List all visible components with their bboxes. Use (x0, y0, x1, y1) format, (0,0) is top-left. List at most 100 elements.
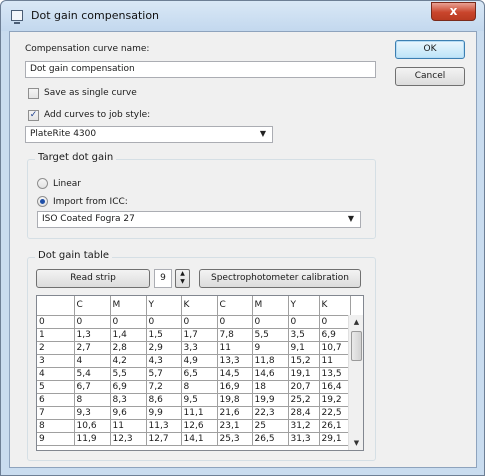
table-cell[interactable]: 0 (146, 315, 182, 329)
table-row[interactable]: 2 2,7 2,8 2,9 3,3 11 9 9,1 10,7 (37, 341, 351, 355)
spectrophotometer-calibration-button[interactable]: Spectrophotometer calibration (199, 269, 361, 288)
table-cell[interactable]: 16,4 (319, 380, 351, 394)
table-cell[interactable]: 5,4 (74, 367, 111, 381)
add-curves-checkbox[interactable]: ✓ (28, 110, 39, 121)
column-header[interactable]: C (217, 296, 253, 316)
table-cell[interactable]: 2,8 (110, 341, 147, 355)
table-cell[interactable]: 16,9 (217, 380, 253, 394)
table-cell[interactable]: 31,2 (288, 419, 320, 433)
column-header[interactable]: M (252, 296, 289, 316)
table-cell[interactable]: 4,2 (110, 354, 147, 368)
table-cell[interactable]: 25,3 (217, 432, 253, 446)
curve-name-input[interactable]: Dot gain compensation (25, 61, 376, 78)
table-cell[interactable]: 7,2 (146, 380, 182, 394)
table-cell[interactable]: 12,3 (110, 432, 147, 446)
table-cell[interactable]: 11,8 (252, 354, 289, 368)
table-cell[interactable]: 1,4 (110, 328, 147, 342)
table-cell[interactable]: 1,5 (146, 328, 182, 342)
table-cell[interactable]: 3,5 (288, 328, 320, 342)
table-cell[interactable]: 8 (181, 380, 218, 394)
table-cell[interactable]: 19,8 (217, 393, 253, 407)
table-cell[interactable]: 13,3 (217, 354, 253, 368)
table-cell[interactable]: 11,3 (146, 419, 182, 433)
scroll-up-icon[interactable]: ▲ (349, 315, 364, 329)
table-cell[interactable]: 11,1 (181, 406, 218, 420)
table-cell[interactable]: 3,3 (181, 341, 218, 355)
spin-down-icon[interactable]: ▼ (176, 278, 189, 286)
linear-radio[interactable] (37, 178, 48, 189)
table-cell[interactable]: 6,9 (319, 328, 351, 342)
table-cell[interactable]: 9,1 (288, 341, 320, 355)
table-cell[interactable]: 22,3 (252, 406, 289, 420)
table-cell[interactable]: 8,6 (146, 393, 182, 407)
table-cell[interactable]: 31,3 (288, 432, 320, 446)
table-row[interactable]: 8 10,6 11 11,3 12,6 23,1 25 31,2 26,1 (37, 419, 351, 433)
table-cell[interactable]: 0 (110, 315, 147, 329)
cancel-button[interactable]: Cancel (395, 67, 465, 86)
table-cell[interactable]: 19,9 (252, 393, 289, 407)
close-button[interactable]: x (431, 2, 476, 21)
table-cell[interactable]: 22,5 (319, 406, 351, 420)
table-cell[interactable]: 28,4 (288, 406, 320, 420)
table-cell[interactable]: 7,8 (217, 328, 253, 342)
table-cell[interactable]: 10,6 (74, 419, 111, 433)
column-header[interactable]: Y (288, 296, 320, 316)
table-cell[interactable]: 25 (252, 419, 289, 433)
table-cell[interactable]: 6,7 (74, 380, 111, 394)
table-cell[interactable]: 9,5 (181, 393, 218, 407)
title-bar[interactable]: Dot gain compensation x (1, 1, 484, 31)
table-cell[interactable]: 6,5 (181, 367, 218, 381)
table-cell[interactable]: 5,7 (146, 367, 182, 381)
table-cell[interactable]: 2,9 (146, 341, 182, 355)
table-cell[interactable]: 6,9 (110, 380, 147, 394)
table-cell[interactable]: 0 (74, 315, 111, 329)
column-header[interactable]: Y (146, 296, 182, 316)
table-cell[interactable]: 0 (319, 315, 351, 329)
table-cell[interactable]: 29,1 (319, 432, 351, 446)
table-cell[interactable]: 19,1 (288, 367, 320, 381)
table-cell[interactable]: 0 (252, 315, 289, 329)
strip-count-spinner[interactable]: ▲ ▼ (175, 269, 190, 288)
table-cell[interactable]: 26,1 (319, 419, 351, 433)
table-cell[interactable]: 23,1 (217, 419, 253, 433)
column-header[interactable]: M (110, 296, 147, 316)
table-cell[interactable]: 9,3 (74, 406, 111, 420)
icc-profile-select[interactable]: ISO Coated Fogra 27 ▼ (37, 211, 361, 228)
table-cell[interactable]: 21,6 (217, 406, 253, 420)
table-cell[interactable]: 9 (252, 341, 289, 355)
table-cell[interactable]: 25,2 (288, 393, 320, 407)
table-cell[interactable]: 8,3 (110, 393, 147, 407)
table-cell[interactable]: 4,3 (146, 354, 182, 368)
table-row[interactable]: 000000000 (37, 315, 351, 329)
table-cell[interactable]: 14,5 (217, 367, 253, 381)
table-cell[interactable]: 5,5 (252, 328, 289, 342)
table-cell[interactable]: 8 (74, 393, 111, 407)
table-cell[interactable]: 14,1 (181, 432, 218, 446)
table-row[interactable]: 6 8 8,3 8,6 9,5 19,8 19,9 25,2 19,2 (37, 393, 351, 407)
table-cell[interactable]: 1,7 (181, 328, 218, 342)
spin-up-icon[interactable]: ▲ (176, 270, 189, 278)
table-row[interactable]: 5 6,7 6,9 7,2 8 16,9 18 20,7 16,4 (37, 380, 351, 394)
table-row[interactable]: 4 5,4 5,5 5,7 6,5 14,5 14,6 19,1 13,5 (37, 367, 351, 381)
table-cell[interactable]: 13,5 (319, 367, 351, 381)
table-cell[interactable]: 20,7 (288, 380, 320, 394)
read-strip-button[interactable]: Read strip (36, 269, 150, 288)
table-cell[interactable]: 2,7 (74, 341, 111, 355)
table-cell[interactable]: 15,2 (288, 354, 320, 368)
table-cell[interactable]: 5,5 (110, 367, 147, 381)
column-header[interactable]: K (319, 296, 351, 316)
table-row[interactable]: 3 4 4,2 4,3 4,9 13,3 11,8 15,2 11 (37, 354, 351, 368)
import-icc-radio[interactable] (37, 196, 48, 207)
scrollbar-thumb[interactable] (351, 331, 362, 361)
table-row[interactable]: 7 9,3 9,6 9,9 11,1 21,6 22,3 28,4 22,5 (37, 406, 351, 420)
table-cell[interactable]: 10,7 (319, 341, 351, 355)
table-cell[interactable]: 9,9 (146, 406, 182, 420)
table-cell[interactable]: 11 (319, 354, 351, 368)
table-cell[interactable]: 18 (252, 380, 289, 394)
table-cell[interactable]: 4 (74, 354, 111, 368)
table-cell[interactable]: 0 (288, 315, 320, 329)
table-row[interactable]: 1 1,3 1,4 1,5 1,7 7,8 5,5 3,5 6,9 (37, 328, 351, 342)
table-cell[interactable]: 12,6 (181, 419, 218, 433)
table-cell[interactable]: 26,5 (252, 432, 289, 446)
save-single-checkbox[interactable] (28, 88, 39, 99)
